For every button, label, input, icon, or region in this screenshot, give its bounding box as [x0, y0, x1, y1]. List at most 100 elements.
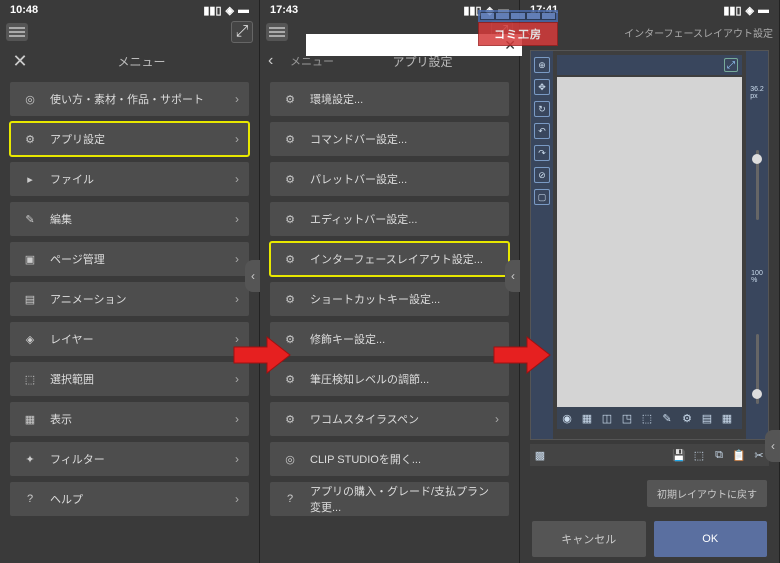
opacity-slider[interactable] — [756, 334, 759, 404]
menu-item-label: CLIP STUDIOを開く... — [310, 451, 499, 467]
layout-title: インターフェースレイアウト設定 — [540, 25, 773, 40]
menu-item[interactable]: ⚙ コマンドバー設定... — [270, 122, 509, 156]
menu-item[interactable]: ⚙ ショートカットキー設定... — [270, 282, 509, 316]
fullscreen-icon[interactable]: ⤢ — [724, 58, 738, 72]
menu-item[interactable]: ▣ページ管理› — [10, 242, 249, 276]
side-handle[interactable]: ‹ — [505, 260, 521, 292]
layout-preview-area: ⊕ ✥ ↻ ↶ ↷ ⊘ ▢ ⤢ ◉ ▦ ◫ ◳ ⬚ ✎ — [520, 44, 779, 472]
menu-item[interactable]: ?アプリの購入・グレード/支払プラン変更... — [270, 482, 509, 516]
slider-thumb[interactable] — [752, 389, 762, 399]
hamburger-icon[interactable] — [6, 23, 28, 41]
grid-icon: ▦ — [20, 409, 40, 429]
canvas-center: ⤢ ◉ ▦ ◫ ◳ ⬚ ✎ ⚙ ▤ ▦ — [553, 51, 746, 439]
tool-clear-icon[interactable]: ⊘ — [534, 167, 550, 183]
menu-item[interactable]: ◎使い方・素材・作品・サポート› — [10, 82, 249, 116]
status-bar: 10:48 ▮▮▯ ◈ ▬ — [0, 0, 259, 20]
prop-icon[interactable]: ⚙ — [679, 410, 695, 426]
nav-icon[interactable]: ▤ — [699, 410, 715, 426]
subview-icon[interactable]: ◳ — [619, 410, 635, 426]
menu-item[interactable]: ?ヘルプ› — [10, 482, 249, 516]
menu-item-label: ヘルプ — [50, 491, 225, 507]
side-handle[interactable]: ‹ — [245, 260, 261, 292]
chevron-right-icon: › — [235, 412, 239, 426]
menu-header: ✕ メニュー — [0, 44, 259, 78]
canvas-page[interactable] — [557, 77, 742, 407]
menu-item[interactable]: ▤アニメーション› — [10, 282, 249, 316]
menu-item[interactable]: ⚙インターフェースレイアウト設定... — [270, 242, 509, 276]
paste-icon[interactable]: 📋 — [731, 447, 747, 463]
pages-icon: ▣ — [20, 249, 40, 269]
brush-size-slider[interactable] — [756, 150, 759, 220]
color-icon[interactable]: ◉ — [559, 410, 575, 426]
expand-icon[interactable]: ⤢ — [231, 21, 253, 43]
bottom-toolbar-2[interactable]: ▩ 💾 ⬚ ⧉ 📋 ✂ — [530, 444, 769, 466]
layout-header: ‹ インターフェースレイアウト設定 — [520, 20, 779, 44]
canvas-preview[interactable]: ⊕ ✥ ↻ ↶ ↷ ⊘ ▢ ⤢ ◉ ▦ ◫ ◳ ⬚ ✎ — [530, 50, 769, 440]
chevron-right-icon: › — [235, 132, 239, 146]
signal-icon: ▮▮▯ — [723, 4, 741, 17]
chevron-right-icon: › — [235, 452, 239, 466]
canvas-topbar[interactable]: ⤢ — [557, 55, 742, 75]
panel-app-settings: 17:43 ▮▮▯ ◈ ▬ ⤢ ‹ メニュー アプリ設定 ⚙環境設定...⚙コマ… — [260, 0, 520, 563]
menu-item-label: ファイル — [50, 171, 225, 187]
arrow-icon — [492, 335, 552, 375]
menu-list: ◎使い方・素材・作品・サポート›⚙アプリ設定›▸ファイル›✎編集›▣ページ管理›… — [0, 78, 259, 520]
menu-item[interactable]: ⚙修飾キー設定... — [270, 322, 509, 356]
hamburger-icon[interactable] — [266, 23, 288, 41]
menu-item[interactable]: ⚙パレットバー設定... — [270, 162, 509, 196]
layers-icon[interactable]: ◫ — [599, 410, 615, 426]
tool-icon[interactable]: ✎ — [659, 410, 675, 426]
cancel-button[interactable]: キャンセル — [532, 521, 646, 557]
menu-item-label: コマンドバー設定... — [310, 131, 499, 147]
back-icon[interactable]: ‹ — [268, 52, 286, 70]
copy-icon[interactable]: ⧉ — [711, 447, 727, 463]
gear-icon: ⚙ — [280, 129, 300, 149]
menu-item[interactable]: ✦フィルター› — [10, 442, 249, 476]
slider-thumb[interactable] — [752, 154, 762, 164]
menu-item-label: アプリ設定 — [50, 131, 225, 147]
tool-loupe-icon[interactable]: ⊕ — [534, 57, 550, 73]
tool-undo-icon[interactable]: ↶ — [534, 123, 550, 139]
chevron-right-icon: › — [235, 92, 239, 106]
select-icon[interactable]: ⬚ — [691, 447, 707, 463]
menu-item[interactable]: ◈レイヤー› — [10, 322, 249, 356]
tool-redo-icon[interactable]: ↷ — [534, 145, 550, 161]
reset-layout-button[interactable]: 初期レイアウトに戻す — [647, 480, 767, 507]
grid-icon[interactable]: ▦ — [719, 410, 735, 426]
menu-item[interactable]: ◎ CLIP STUDIOを開く... — [270, 442, 509, 476]
checker-icon[interactable]: ▩ — [532, 447, 548, 463]
menu-item[interactable]: ⚙エディットバー設定... — [270, 202, 509, 236]
battery-icon: ▬ — [238, 4, 249, 16]
ok-button[interactable]: OK — [654, 521, 768, 557]
menu-item[interactable]: ⚙筆圧検知レベルの調節... — [270, 362, 509, 396]
palette-icon[interactable]: ▦ — [579, 410, 595, 426]
file-icon: ▸ — [20, 169, 40, 189]
menu-item-label: 環境設定... — [310, 91, 499, 107]
tool-move-icon[interactable]: ✥ — [534, 79, 550, 95]
menu-item-label: ショートカットキー設定... — [310, 291, 499, 307]
gear-icon: ⚙ — [280, 169, 300, 189]
right-slider-bar[interactable]: 36.2px 100% — [746, 51, 768, 439]
menu-item[interactable]: ⬚選択範囲› — [10, 362, 249, 396]
tool-deselect-icon[interactable]: ▢ — [534, 189, 550, 205]
bottom-toolbar-1[interactable]: ◉ ▦ ◫ ◳ ⬚ ✎ ⚙ ▤ ▦ — [557, 407, 742, 429]
gear-icon: ⚙ — [280, 289, 300, 309]
menu-item[interactable]: ✎編集› — [10, 202, 249, 236]
material-icon[interactable]: ⬚ — [639, 410, 655, 426]
menu-item[interactable]: ⚙アプリ設定› — [10, 122, 249, 156]
menu-item[interactable]: ⚙ワコムスタイラスペン› — [270, 402, 509, 436]
close-icon[interactable]: ✕ — [8, 51, 32, 72]
battery-icon: ▬ — [758, 4, 769, 16]
tool-rotate-icon[interactable]: ↻ — [534, 101, 550, 117]
menu-item-label: レイヤー — [50, 331, 225, 347]
watermark-logo: コミ工房 — [478, 10, 558, 48]
menu-item[interactable]: ▸ファイル› — [10, 162, 249, 196]
panel-layout-settings: 17:41 ▮▮▯ ◈ ▬ ‹ インターフェースレイアウト設定 ⊕ ✥ ↻ ↶ … — [520, 0, 780, 563]
menu-item[interactable]: ⚙環境設定... — [270, 82, 509, 116]
left-toolbar[interactable]: ⊕ ✥ ↻ ↶ ↷ ⊘ ▢ — [531, 51, 553, 439]
save-icon[interactable]: 💾 — [671, 447, 687, 463]
menu-item[interactable]: ▦表示› — [10, 402, 249, 436]
spiral-icon: ◎ — [280, 449, 300, 469]
chevron-right-icon: › — [235, 292, 239, 306]
side-handle[interactable]: ‹ — [765, 430, 780, 462]
